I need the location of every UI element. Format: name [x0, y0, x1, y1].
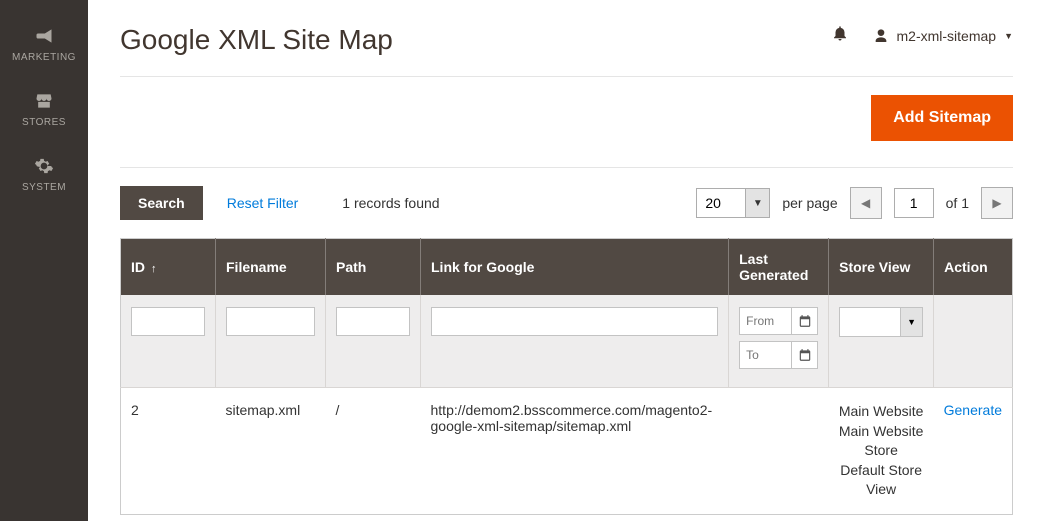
col-id[interactable]: ID↑: [121, 239, 216, 296]
col-filename[interactable]: Filename: [216, 239, 326, 296]
page-actions: Add Sitemap: [120, 77, 1013, 168]
admin-sidebar: MARKETING STORES SYSTEM: [0, 0, 88, 521]
filter-date-from[interactable]: [739, 307, 818, 335]
filter-link-input[interactable]: [431, 307, 718, 336]
sitemap-grid: ID↑ Filename Path Link for Google Last G…: [120, 238, 1013, 515]
megaphone-icon: [33, 26, 55, 46]
search-button[interactable]: Search: [120, 186, 203, 220]
sidebar-item-label: STORES: [22, 117, 66, 128]
page-title: Google XML Site Map: [120, 24, 393, 56]
chevron-down-icon[interactable]: ▼: [745, 189, 769, 217]
calendar-icon[interactable]: [791, 308, 817, 334]
user-menu-button[interactable]: m2-xml-sitemap ▼: [873, 28, 1014, 44]
header-row: ID↑ Filename Path Link for Google Last G…: [121, 239, 1013, 296]
prev-page-button[interactable]: ◀: [850, 187, 882, 219]
store-icon: [33, 91, 55, 111]
filter-filename-input[interactable]: [226, 307, 315, 336]
cell-last-generated: [729, 388, 829, 515]
cell-link: http://demom2.bsscommerce.com/magento2-g…: [421, 388, 729, 515]
header-row: Google XML Site Map m2-xml-sitemap ▼: [120, 24, 1013, 77]
next-page-button[interactable]: ▶: [981, 187, 1013, 219]
filter-date-to[interactable]: [739, 341, 818, 369]
filter-store-select[interactable]: ▼: [839, 307, 923, 337]
page-size-value[interactable]: [697, 189, 745, 217]
grid-toolbar: Search Reset Filter 1 records found ▼ pe…: [120, 168, 1013, 238]
sidebar-item-marketing[interactable]: MARKETING: [0, 12, 88, 77]
sidebar-item-system[interactable]: SYSTEM: [0, 142, 88, 207]
cell-path: /: [326, 388, 421, 515]
cell-filename: sitemap.xml: [216, 388, 326, 515]
sidebar-item-stores[interactable]: STORES: [0, 77, 88, 142]
col-path[interactable]: Path: [326, 239, 421, 296]
user-icon: [873, 28, 889, 44]
notifications-button[interactable]: [831, 24, 849, 47]
col-last-generated[interactable]: Last Generated: [729, 239, 829, 296]
records-count: 1 records found: [342, 195, 439, 211]
chevron-down-icon: ▼: [1004, 31, 1013, 41]
filter-id-input[interactable]: [131, 307, 205, 336]
date-to-input[interactable]: [740, 342, 791, 368]
col-link[interactable]: Link for Google: [421, 239, 729, 296]
calendar-icon[interactable]: [791, 342, 817, 368]
user-name: m2-xml-sitemap: [897, 28, 997, 44]
chevron-down-icon[interactable]: ▼: [900, 308, 922, 336]
date-from-input[interactable]: [740, 308, 791, 334]
sidebar-item-label: MARKETING: [12, 52, 76, 63]
col-action: Action: [934, 239, 1013, 296]
per-page-label: per page: [782, 195, 837, 211]
filter-path-input[interactable]: [336, 307, 410, 336]
bell-icon: [831, 24, 849, 42]
add-sitemap-button[interactable]: Add Sitemap: [871, 95, 1013, 141]
current-page-input[interactable]: [894, 188, 934, 218]
cell-store-view: Main WebsiteMain Website StoreDefault St…: [829, 388, 934, 515]
sort-asc-icon: ↑: [151, 263, 157, 275]
filter-row: ▼: [121, 295, 1013, 388]
main-content: Google XML Site Map m2-xml-sitemap ▼ Add…: [88, 0, 1045, 521]
gear-icon: [33, 156, 55, 176]
page-of-label: of 1: [946, 195, 969, 211]
col-store-view[interactable]: Store View: [829, 239, 934, 296]
cell-id: 2: [121, 388, 216, 515]
generate-link[interactable]: Generate: [934, 388, 1013, 515]
page-size-select[interactable]: ▼: [696, 188, 770, 218]
pager: ▼ per page ◀ of 1 ▶: [696, 187, 1013, 219]
table-row[interactable]: 2 sitemap.xml / http://demom2.bsscommerc…: [121, 388, 1013, 515]
sidebar-item-label: SYSTEM: [22, 182, 66, 193]
reset-filter-link[interactable]: Reset Filter: [227, 195, 299, 211]
